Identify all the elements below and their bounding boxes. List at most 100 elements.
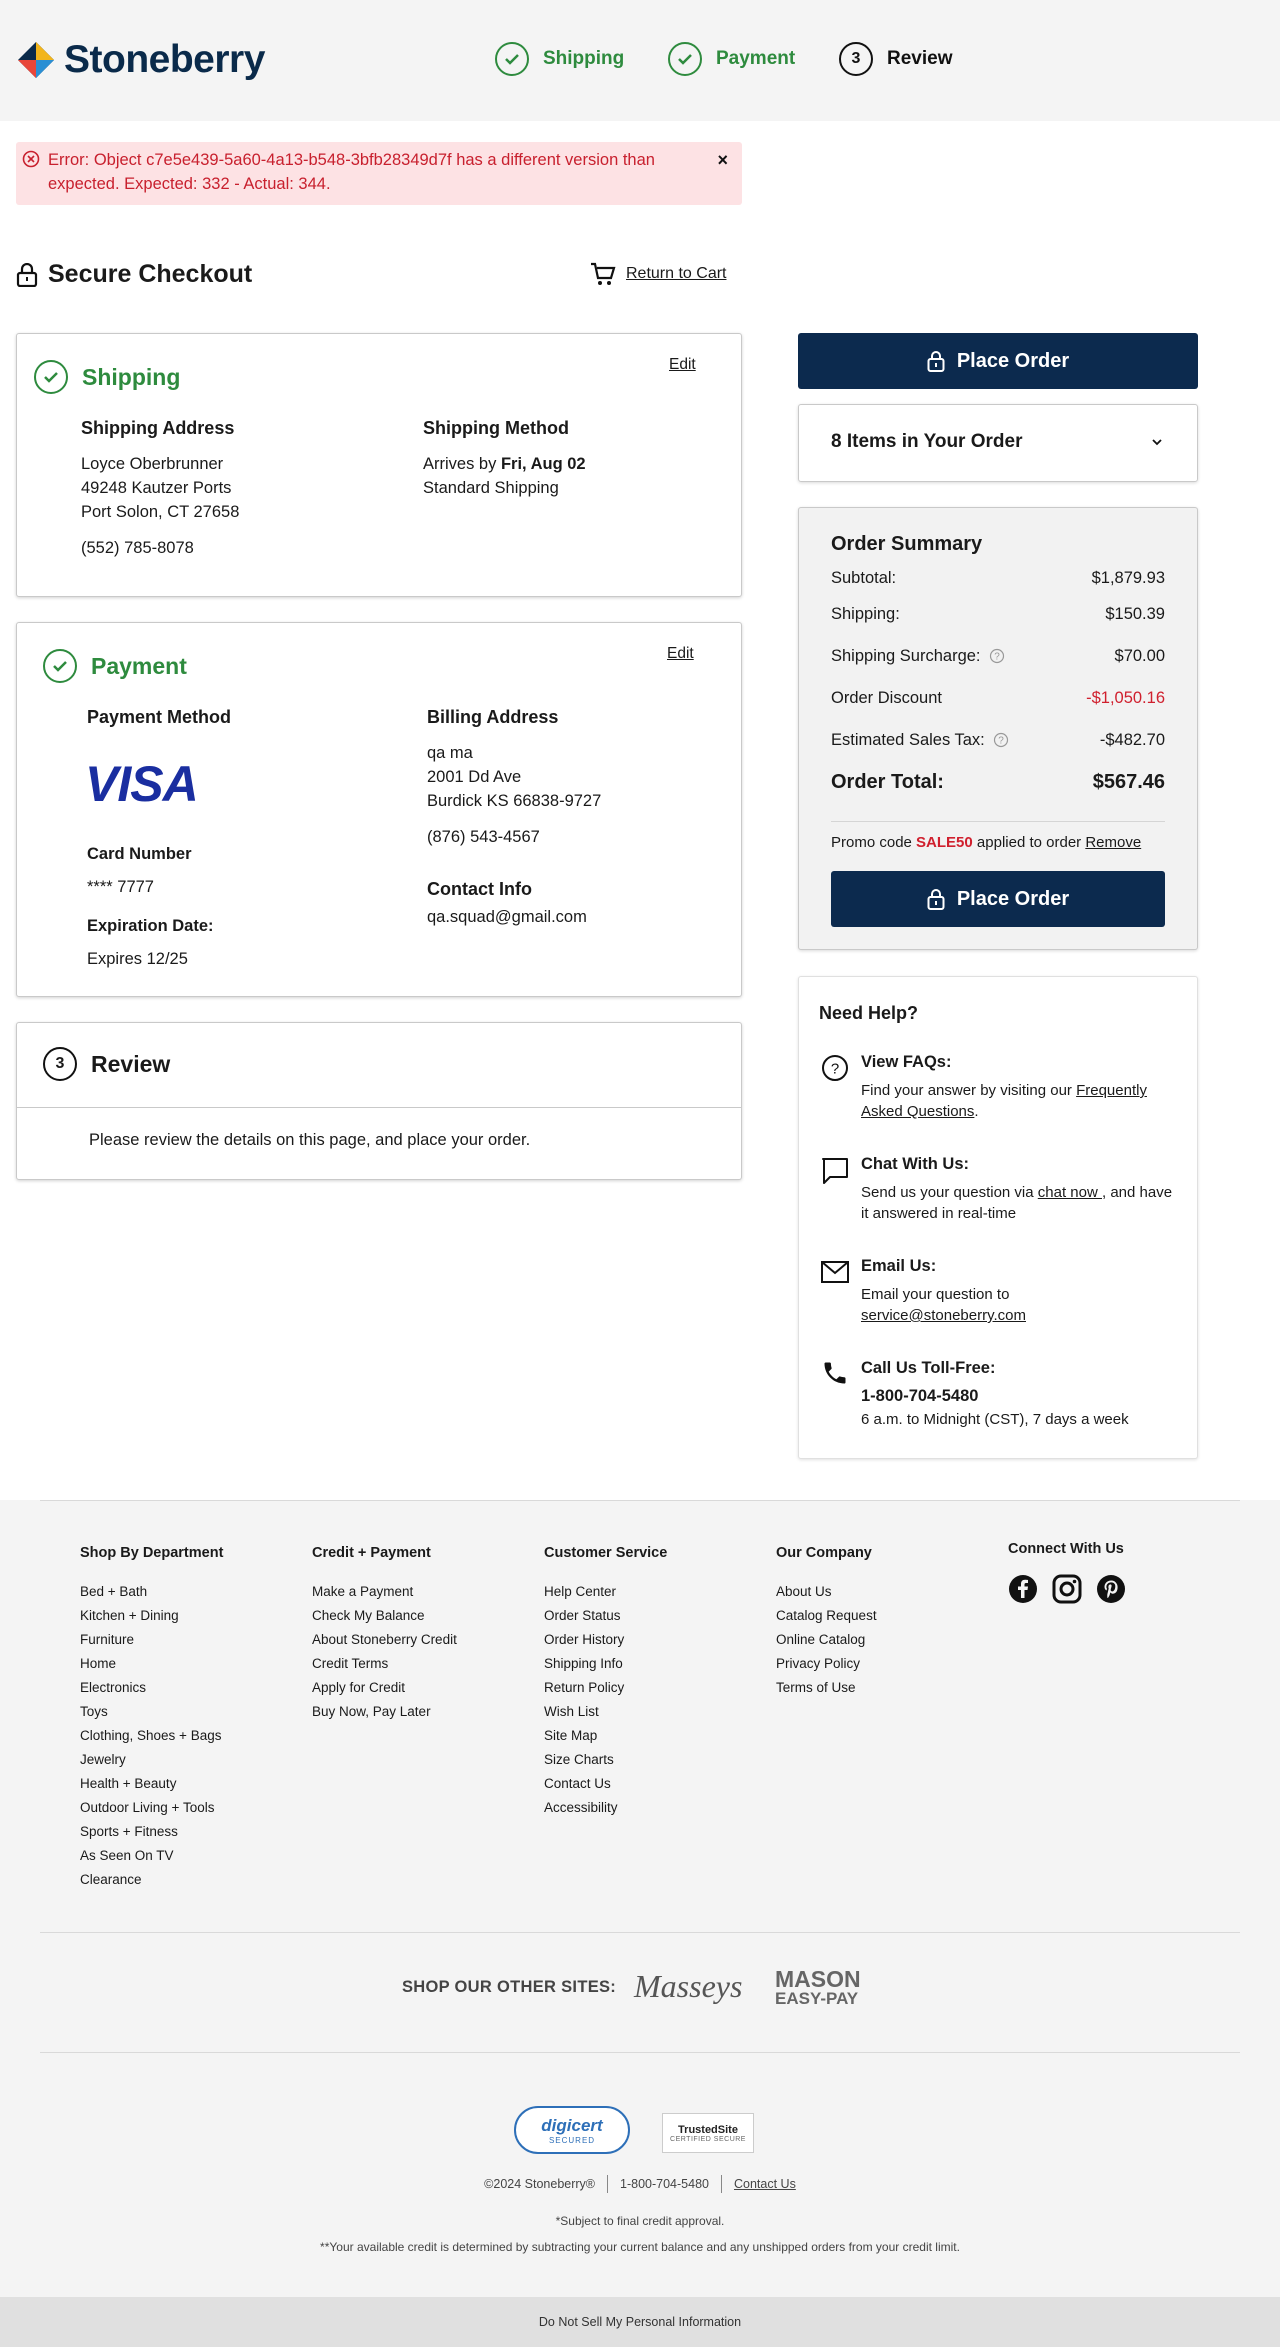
footer-contact-link[interactable]: Contact Us [734, 2177, 796, 2191]
footer-link[interactable]: Accessibility [544, 1796, 667, 1820]
footer-link[interactable]: Electronics [80, 1676, 223, 1700]
tax-row: Estimated Sales Tax: ? -$482.70 [831, 731, 1165, 750]
mason-logo-line1: MASON [775, 1966, 861, 1992]
phone-icon [821, 1359, 849, 1392]
footer-link[interactable]: About Stoneberry Credit [312, 1628, 457, 1652]
footer-link[interactable]: Kitchen + Dining [80, 1604, 223, 1628]
footer-link[interactable]: Help Center [544, 1580, 667, 1604]
footer-link[interactable]: Bed + Bath [80, 1580, 223, 1604]
digicert-badge[interactable]: digicert SECURED [514, 2106, 630, 2154]
billing-address-heading: Billing Address [427, 707, 559, 727]
help-question-icon[interactable]: ? [993, 732, 1009, 748]
footer-link[interactable]: Size Charts [544, 1748, 667, 1772]
row-label: Subtotal: [831, 569, 897, 587]
step-shipping: Shipping [495, 42, 624, 76]
footer-link[interactable]: Wish List [544, 1700, 667, 1724]
connect-heading: Connect With Us [1008, 1541, 1124, 1557]
trustedsite-text: TrustedSite [678, 2123, 738, 2136]
footer-link[interactable]: Furniture [80, 1628, 223, 1652]
footer-link[interactable]: Site Map [544, 1724, 667, 1748]
step-review: 3 Review [839, 42, 952, 76]
facebook-icon[interactable] [1008, 1574, 1038, 1604]
masseys-logo[interactable]: Masseys [634, 1968, 742, 2005]
chat-title: Chat With Us: [861, 1155, 970, 1173]
footer-link[interactable]: Online Catalog [776, 1628, 877, 1652]
footer-link[interactable]: Check My Balance [312, 1604, 457, 1628]
header: Stoneberry Shipping Payment 3 Review [0, 0, 1280, 121]
footer-link[interactable]: Sports + Fitness [80, 1820, 223, 1844]
footer-link[interactable]: Make a Payment [312, 1580, 457, 1604]
chat-link[interactable]: chat now [1038, 1184, 1102, 1201]
shipping-street: 49248 Kautzer Ports [81, 479, 232, 497]
footer-link[interactable]: Credit Terms [312, 1652, 457, 1676]
total-row: Order Total: $567.46 [831, 771, 1165, 794]
footer-col-heading: Credit + Payment [312, 1545, 431, 1561]
footer-col-company: Our Company About Us Catalog Request Online… [776, 1545, 877, 1700]
expiration-heading: Expiration Date: [87, 917, 214, 935]
shipping-edit-link[interactable]: Edit [669, 356, 696, 374]
social-links [1008, 1574, 1126, 1604]
footer-link[interactable]: Clothing, Shoes + Bags [80, 1724, 223, 1748]
footer-link[interactable]: Toys [80, 1700, 223, 1724]
footer-link[interactable]: Jewelry [80, 1748, 223, 1772]
footer-link[interactable]: Contact Us [544, 1772, 667, 1796]
footer-link[interactable]: Shipping Info [544, 1652, 667, 1676]
footer-link[interactable]: Health + Beauty [80, 1772, 223, 1796]
items-in-order-toggle[interactable]: 8 Items in Your Order [798, 404, 1198, 482]
trustedsite-badge[interactable]: TrustedSite CERTIFIED SECURE [662, 2113, 754, 2153]
footer-link[interactable]: Apply for Credit [312, 1676, 457, 1700]
do-not-sell-link[interactable]: Do Not Sell My Personal Information [539, 2315, 741, 2329]
need-help-panel: Need Help? ? View FAQs: Find your answer… [798, 976, 1198, 1459]
footer-legal-line: ©2024 Stoneberry® 1-800-704-5480 Contact… [0, 2175, 1280, 2193]
footer-link[interactable]: Catalog Request [776, 1604, 877, 1628]
promo-prefix: Promo code [831, 834, 917, 851]
row-value: -$482.70 [1099, 731, 1165, 749]
footer-link[interactable]: Privacy Policy [776, 1652, 877, 1676]
help-question-icon[interactable]: ? [989, 648, 1005, 664]
check-icon [668, 42, 702, 76]
stoneberry-logo[interactable]: Stoneberry [16, 38, 265, 82]
footer-link[interactable]: About Us [776, 1580, 877, 1604]
call-title: Call Us Toll-Free: [861, 1359, 996, 1377]
footer-link[interactable]: As Seen On TV [80, 1844, 223, 1868]
divider [607, 2175, 609, 2193]
shipping-row: Shipping: $150.39 [831, 605, 1165, 624]
shipping-name: Loyce Oberbrunner [81, 455, 224, 473]
pinterest-icon[interactable] [1096, 1574, 1126, 1604]
footer-link[interactable]: Outdoor Living + Tools [80, 1796, 223, 1820]
footer-link[interactable]: Terms of Use [776, 1676, 877, 1700]
footer-link[interactable]: Home [80, 1652, 223, 1676]
email-link[interactable]: service@stoneberry.com [861, 1307, 1026, 1324]
payment-card: Payment Edit Payment Method VISA Card Nu… [16, 622, 742, 997]
order-summary: Order Summary Subtotal: $1,879.93 Shippi… [798, 507, 1198, 950]
need-help-title: Need Help? [819, 1003, 919, 1023]
place-order-button-top[interactable]: Place Order [798, 333, 1198, 389]
footer-link[interactable]: Clearance [80, 1868, 223, 1892]
contact-email: qa.squad@gmail.com [427, 908, 587, 926]
chat-bubble-icon [821, 1157, 849, 1190]
chat-text: Send us your question via [861, 1184, 1038, 1201]
arrives-prefix: Arrives by [423, 455, 501, 473]
card-number: **** 7777 [87, 878, 154, 896]
review-card: 3 Review Please review the details on th… [16, 1022, 742, 1180]
remove-promo-link[interactable]: Remove [1085, 834, 1141, 851]
digicert-text: digicert [541, 2115, 603, 2135]
promo-suffix: applied to order [972, 834, 1086, 851]
footer-link[interactable]: Return Policy [544, 1676, 667, 1700]
mason-easy-pay-logo[interactable]: MASON EASY-PAY [775, 1966, 861, 2009]
row-label: Estimated Sales Tax: [831, 731, 985, 749]
footer-phone[interactable]: 1-800-704-5480 [620, 2177, 709, 2191]
step-label: Review [887, 48, 953, 69]
instagram-icon[interactable] [1052, 1574, 1082, 1604]
footer-link[interactable]: Buy Now, Pay Later [312, 1700, 457, 1724]
footer-link[interactable]: Order Status [544, 1604, 667, 1628]
return-to-cart-label[interactable]: Return to Cart [626, 265, 726, 283]
call-number[interactable]: 1-800-704-5480 [861, 1386, 1181, 1407]
payment-edit-link[interactable]: Edit [667, 645, 694, 663]
return-to-cart-link[interactable]: Return to Cart [590, 262, 726, 286]
footer-link[interactable]: Order History [544, 1628, 667, 1652]
close-icon[interactable]: × [717, 148, 728, 172]
row-label: Order Discount [831, 689, 942, 707]
credit-note-2: **Your available credit is determined by… [320, 2240, 960, 2254]
place-order-button-bottom[interactable]: Place Order [831, 871, 1165, 927]
